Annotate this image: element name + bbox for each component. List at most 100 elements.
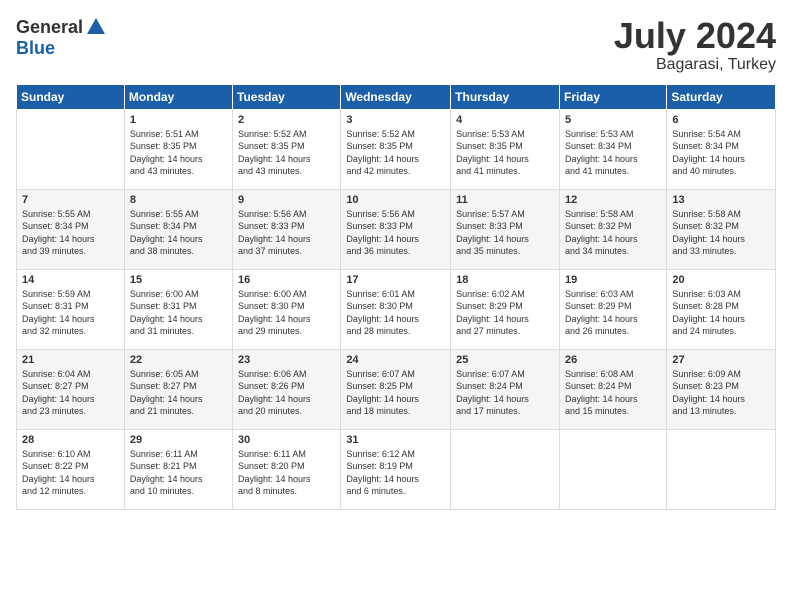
calendar-cell: 1 Sunrise: 5:51 AMSunset: 8:35 PMDaylight… <box>124 109 232 189</box>
calendar-cell: 12 Sunrise: 5:58 AMSunset: 8:32 PMDayligh… <box>559 189 666 269</box>
day-number: 5 <box>565 114 661 126</box>
col-sunday: Sunday <box>17 84 125 109</box>
calendar-week-row: 1 Sunrise: 5:51 AMSunset: 8:35 PMDaylight… <box>17 109 776 189</box>
calendar-cell: 19Sunrise: 6:03 AMSunset: 8:29 PMDayligh… <box>559 269 666 349</box>
day-number: 23 <box>238 354 335 366</box>
day-info: Sunrise: 6:12 AMSunset: 8:19 PMDaylight:… <box>346 448 445 498</box>
day-number: 4 <box>456 114 554 126</box>
day-info: Sunrise: 5:53 AMSunset: 8:35 PMDaylight:… <box>456 128 554 178</box>
day-number: 14 <box>22 274 119 286</box>
day-info: Sunrise: 6:00 AMSunset: 8:30 PMDaylight:… <box>238 288 335 338</box>
day-number: 8 <box>130 194 227 206</box>
day-number: 12 <box>565 194 661 206</box>
day-info: Sunrise: 5:56 AMSunset: 8:33 PMDaylight:… <box>238 208 335 258</box>
calendar-week-row: 7 Sunrise: 5:55 AMSunset: 8:34 PMDaylight… <box>17 189 776 269</box>
day-info: Sunrise: 6:00 AMSunset: 8:31 PMDaylight:… <box>130 288 227 338</box>
day-info: Sunrise: 5:53 AMSunset: 8:34 PMDaylight:… <box>565 128 661 178</box>
calendar-cell: 10 Sunrise: 5:56 AMSunset: 8:33 PMDayligh… <box>341 189 451 269</box>
day-number: 17 <box>346 274 445 286</box>
day-info: Sunrise: 6:03 AMSunset: 8:28 PMDaylight:… <box>672 288 770 338</box>
day-number: 30 <box>238 434 335 446</box>
day-number: 6 <box>672 114 770 126</box>
day-number: 20 <box>672 274 770 286</box>
day-number: 18 <box>456 274 554 286</box>
day-number: 25 <box>456 354 554 366</box>
calendar-cell <box>17 109 125 189</box>
day-number: 27 <box>672 354 770 366</box>
calendar-cell: 20 Sunrise: 6:03 AMSunset: 8:28 PMDayligh… <box>667 269 776 349</box>
calendar-cell: 30Sunrise: 6:11 AMSunset: 8:20 PMDayligh… <box>233 429 341 509</box>
calendar-cell: 23 Sunrise: 6:06 AMSunset: 8:26 PMDayligh… <box>233 349 341 429</box>
calendar-cell: 14 Sunrise: 5:59 AMSunset: 8:31 PMDayligh… <box>17 269 125 349</box>
calendar-cell: 22 Sunrise: 6:05 AMSunset: 8:27 PMDayligh… <box>124 349 232 429</box>
day-number: 1 <box>130 114 227 126</box>
calendar-table: Sunday Monday Tuesday Wednesday Thursday… <box>16 84 776 510</box>
day-info: Sunrise: 6:07 AMSunset: 8:25 PMDaylight:… <box>346 368 445 418</box>
day-number: 28 <box>22 434 119 446</box>
calendar-cell: 4 Sunrise: 5:53 AMSunset: 8:35 PMDaylight… <box>451 109 560 189</box>
day-info: Sunrise: 5:52 AMSunset: 8:35 PMDaylight:… <box>346 128 445 178</box>
col-wednesday: Wednesday <box>341 84 451 109</box>
day-number: 2 <box>238 114 335 126</box>
location-title: Bagarasi, Turkey <box>614 56 776 74</box>
calendar-week-row: 21 Sunrise: 6:04 AMSunset: 8:27 PMDayligh… <box>17 349 776 429</box>
calendar-cell: 21 Sunrise: 6:04 AMSunset: 8:27 PMDayligh… <box>17 349 125 429</box>
calendar-cell: 13Sunrise: 5:58 AMSunset: 8:32 PMDayligh… <box>667 189 776 269</box>
calendar-cell: 31Sunrise: 6:12 AMSunset: 8:19 PMDayligh… <box>341 429 451 509</box>
calendar-cell: 8Sunrise: 5:55 AMSunset: 8:34 PMDaylight… <box>124 189 232 269</box>
day-number: 24 <box>346 354 445 366</box>
calendar-cell: 28Sunrise: 6:10 AMSunset: 8:22 PMDayligh… <box>17 429 125 509</box>
day-info: Sunrise: 6:01 AMSunset: 8:30 PMDaylight:… <box>346 288 445 338</box>
calendar-cell: 16Sunrise: 6:00 AMSunset: 8:30 PMDayligh… <box>233 269 341 349</box>
day-number: 29 <box>130 434 227 446</box>
day-info: Sunrise: 6:04 AMSunset: 8:27 PMDaylight:… <box>22 368 119 418</box>
calendar-cell: 15 Sunrise: 6:00 AMSunset: 8:31 PMDayligh… <box>124 269 232 349</box>
day-number: 26 <box>565 354 661 366</box>
day-info: Sunrise: 5:51 AMSunset: 8:35 PMDaylight:… <box>130 128 227 178</box>
day-number: 21 <box>22 354 119 366</box>
calendar-cell: 7 Sunrise: 5:55 AMSunset: 8:34 PMDaylight… <box>17 189 125 269</box>
calendar-cell <box>667 429 776 509</box>
day-info: Sunrise: 5:54 AMSunset: 8:34 PMDaylight:… <box>672 128 770 178</box>
day-number: 7 <box>22 194 119 206</box>
month-title: July 2024 <box>614 16 776 56</box>
col-saturday: Saturday <box>667 84 776 109</box>
calendar-cell: 6 Sunrise: 5:54 AMSunset: 8:34 PMDaylight… <box>667 109 776 189</box>
day-info: Sunrise: 6:03 AMSunset: 8:29 PMDaylight:… <box>565 288 661 338</box>
logo-general-text: General <box>16 17 83 38</box>
day-info: Sunrise: 5:55 AMSunset: 8:34 PMDaylight:… <box>22 208 119 258</box>
day-info: Sunrise: 6:07 AMSunset: 8:24 PMDaylight:… <box>456 368 554 418</box>
day-info: Sunrise: 6:06 AMSunset: 8:26 PMDaylight:… <box>238 368 335 418</box>
day-info: Sunrise: 5:56 AMSunset: 8:33 PMDaylight:… <box>346 208 445 258</box>
calendar-cell: 25 Sunrise: 6:07 AMSunset: 8:24 PMDayligh… <box>451 349 560 429</box>
calendar-cell: 27 Sunrise: 6:09 AMSunset: 8:23 PMDayligh… <box>667 349 776 429</box>
day-info: Sunrise: 5:58 AMSunset: 8:32 PMDaylight:… <box>672 208 770 258</box>
calendar-cell: 3Sunrise: 5:52 AMSunset: 8:35 PMDaylight… <box>341 109 451 189</box>
calendar-cell: 18 Sunrise: 6:02 AMSunset: 8:29 PMDayligh… <box>451 269 560 349</box>
logo: General Blue <box>16 16 107 59</box>
calendar-cell: 29Sunrise: 6:11 AMSunset: 8:21 PMDayligh… <box>124 429 232 509</box>
day-info: Sunrise: 6:09 AMSunset: 8:23 PMDaylight:… <box>672 368 770 418</box>
day-info: Sunrise: 5:52 AMSunset: 8:35 PMDaylight:… <box>238 128 335 178</box>
calendar-cell: 5 Sunrise: 5:53 AMSunset: 8:34 PMDaylight… <box>559 109 666 189</box>
calendar-cell: 24 Sunrise: 6:07 AMSunset: 8:25 PMDayligh… <box>341 349 451 429</box>
day-info: Sunrise: 5:57 AMSunset: 8:33 PMDaylight:… <box>456 208 554 258</box>
day-number: 9 <box>238 194 335 206</box>
page-container: General Blue July 2024 Bagarasi, Turkey … <box>0 0 792 612</box>
logo-blue-text: Blue <box>16 38 55 59</box>
day-info: Sunrise: 5:59 AMSunset: 8:31 PMDaylight:… <box>22 288 119 338</box>
calendar-week-row: 14 Sunrise: 5:59 AMSunset: 8:31 PMDayligh… <box>17 269 776 349</box>
calendar-cell: 2 Sunrise: 5:52 AMSunset: 8:35 PMDaylight… <box>233 109 341 189</box>
col-thursday: Thursday <box>451 84 560 109</box>
calendar-cell: 9 Sunrise: 5:56 AMSunset: 8:33 PMDaylight… <box>233 189 341 269</box>
calendar-cell <box>451 429 560 509</box>
day-number: 10 <box>346 194 445 206</box>
col-monday: Monday <box>124 84 232 109</box>
day-info: Sunrise: 6:02 AMSunset: 8:29 PMDaylight:… <box>456 288 554 338</box>
calendar-week-row: 28Sunrise: 6:10 AMSunset: 8:22 PMDayligh… <box>17 429 776 509</box>
day-info: Sunrise: 5:58 AMSunset: 8:32 PMDaylight:… <box>565 208 661 258</box>
day-number: 15 <box>130 274 227 286</box>
day-info: Sunrise: 6:05 AMSunset: 8:27 PMDaylight:… <box>130 368 227 418</box>
day-number: 22 <box>130 354 227 366</box>
logo-icon <box>85 16 107 38</box>
